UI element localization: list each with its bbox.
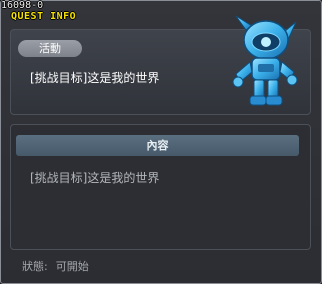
content-text: [挑战目标]这是我的世界 — [30, 171, 160, 185]
quest-status: 狀態: 可開始 — [22, 258, 97, 274]
status-label: 狀態: — [22, 260, 48, 273]
activity-badge: 活動 — [18, 40, 82, 57]
quest-id: 16098-0 — [1, 0, 44, 11]
window-title: QUEST INFO — [11, 11, 77, 22]
status-value: 可開始 — [55, 260, 89, 273]
content-header: 內容 — [16, 135, 299, 156]
activity-text: [挑战目标]这是我的世界 — [30, 71, 160, 85]
blue-robot-npc-icon — [232, 15, 298, 106]
